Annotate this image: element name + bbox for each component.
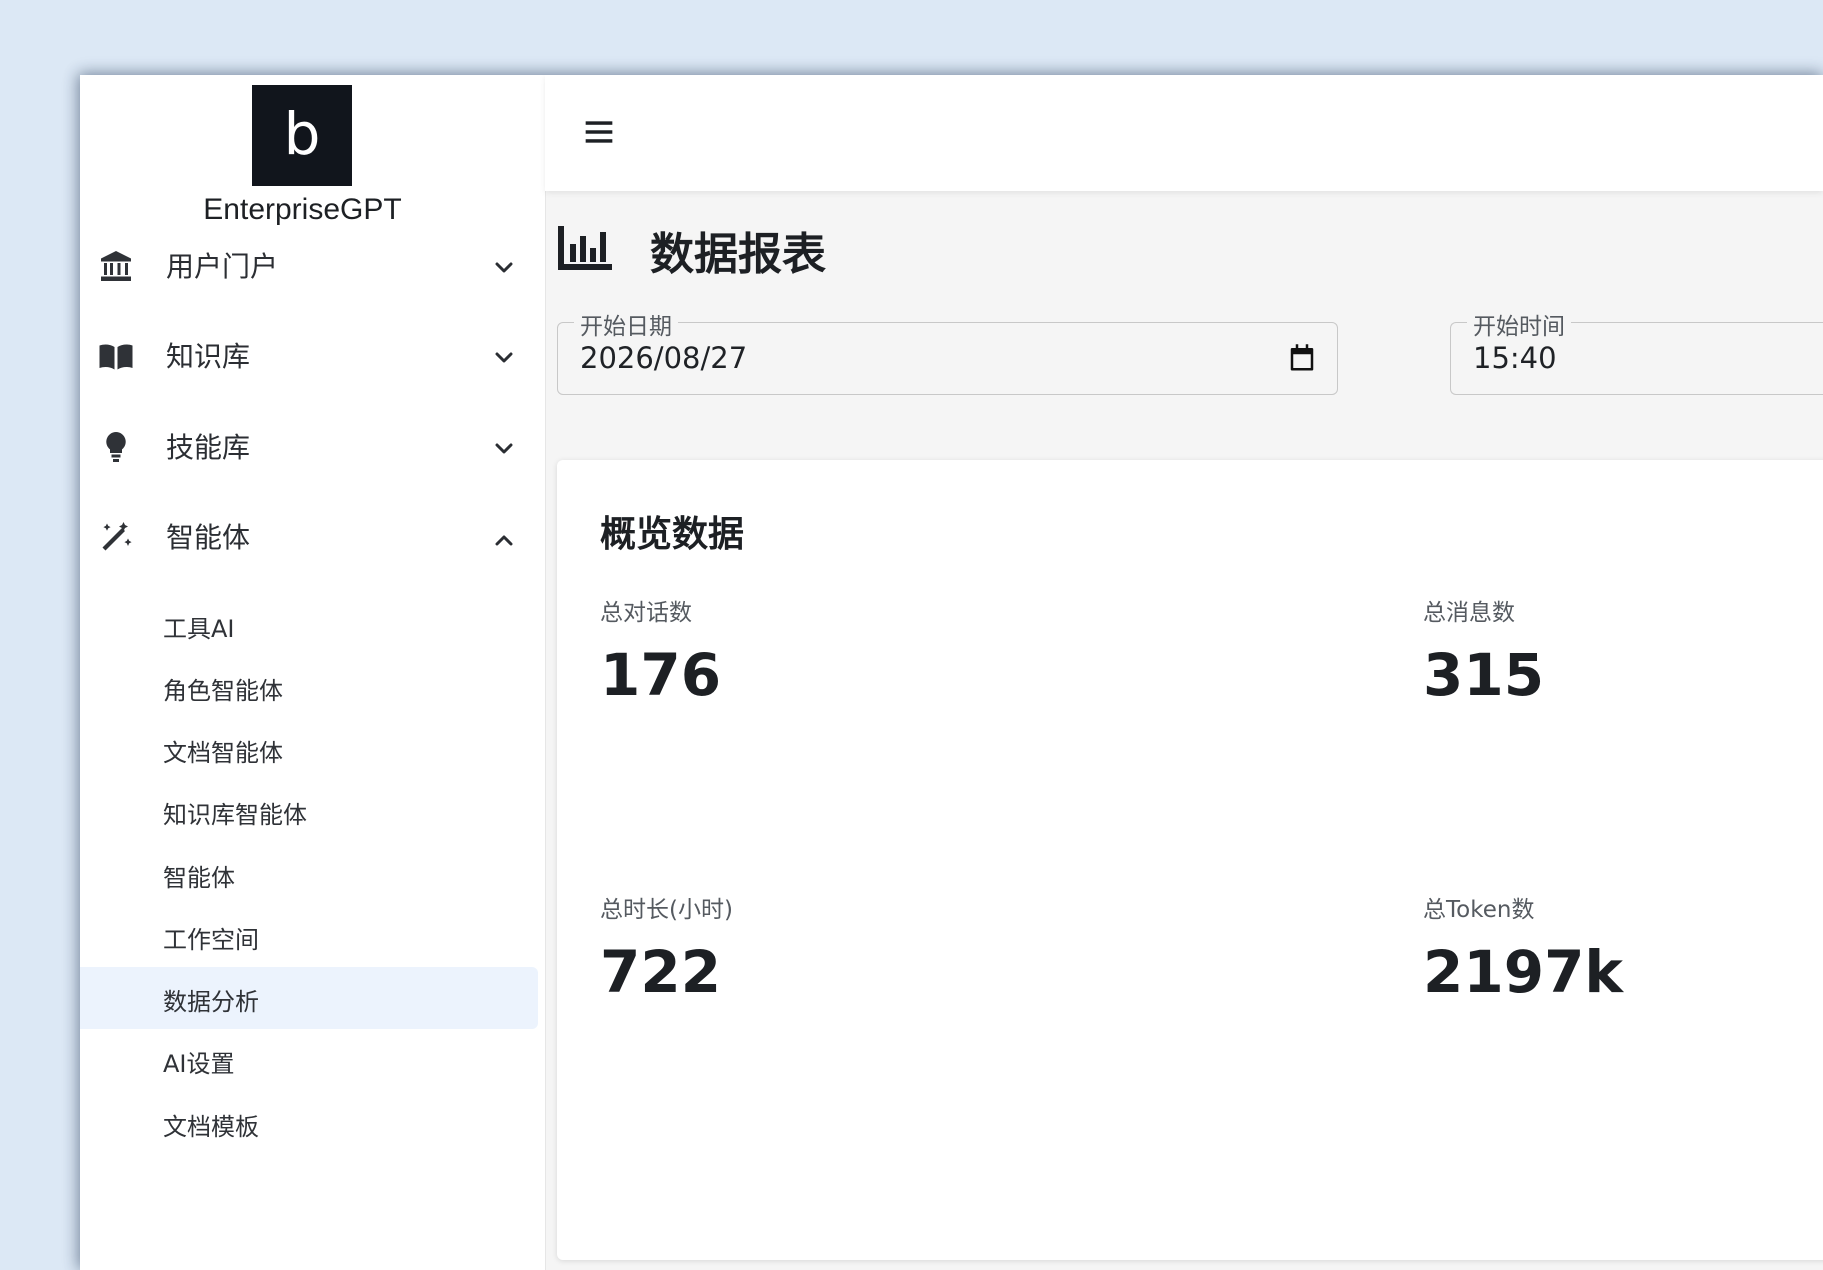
sidebar-item-user-portal[interactable]: 用户门户 <box>80 225 545 305</box>
sidebar-subitem-ai-settings[interactable]: AI设置 <box>80 1029 538 1091</box>
sidebar-subitem-document-agent[interactable]: 文档智能体 <box>80 718 538 780</box>
start-date-value[interactable]: 2026/08/27 <box>580 341 747 375</box>
start-date-field[interactable]: 开始日期 2026/08/27 <box>557 307 1338 395</box>
sidebar-item-label: 用户门户 <box>166 250 279 283</box>
sidebar-item-label: 知识库 <box>166 340 251 373</box>
sidebar-item-agents[interactable]: 智能体 <box>80 496 545 576</box>
stat-value: 315 <box>1423 641 1545 709</box>
chevron-up-icon <box>495 535 513 546</box>
book-icon <box>99 344 133 370</box>
stat-total-duration: 总时长(小时) 722 <box>600 890 733 1006</box>
sidebar-subitem-tool-ai[interactable]: 工具AI <box>80 594 538 656</box>
stat-value: 2197k <box>1423 938 1623 1006</box>
sidebar-subitem-label: AI设置 <box>163 1050 235 1078</box>
stat-value: 722 <box>600 938 722 1006</box>
sidebar-subitem-label: 工作空间 <box>163 926 259 954</box>
sidebar-subitem-label: 知识库智能体 <box>163 801 307 829</box>
calendar-icon[interactable] <box>1287 343 1317 373</box>
start-time-value[interactable]: 15:40 <box>1473 341 1557 375</box>
hamburger-icon[interactable] <box>583 116 615 148</box>
sidebar-subitem-label: 工具AI <box>163 615 235 643</box>
sidebar-subitem-label: 文档模板 <box>163 1113 259 1141</box>
chevron-down-icon <box>495 262 513 273</box>
top-bar <box>545 75 1823 191</box>
sidebar-subitem-data-analysis[interactable]: 数据分析 <box>80 967 538 1029</box>
sidebar-item-knowledge-base[interactable]: 知识库 <box>80 315 545 395</box>
sidebar-subitem-label: 角色智能体 <box>163 677 283 705</box>
lightbulb-icon <box>106 432 126 462</box>
magic-wand-icon <box>102 522 132 551</box>
sidebar-subitem-knowledge-agent[interactable]: 知识库智能体 <box>80 780 538 842</box>
stat-total-conversations: 总对话数 176 <box>600 593 721 709</box>
stat-label: 总对话数 <box>600 600 692 626</box>
page-title: 数据报表 <box>650 229 826 280</box>
stat-total-tokens: 总Token数 2197k <box>1423 890 1623 1006</box>
chevron-down-icon <box>495 352 513 363</box>
overview-title: 概览数据 <box>600 514 745 555</box>
chevron-down-icon <box>495 443 513 454</box>
sidebar-item-label: 智能体 <box>166 521 251 554</box>
sidebar-item-skill-library[interactable]: 技能库 <box>80 406 545 486</box>
sidebar-item-label: 技能库 <box>166 431 251 464</box>
sidebar-subitem-document-templates[interactable]: 文档模板 <box>80 1092 538 1154</box>
sidebar: b EnterpriseGPT 用户门户 知识库 技能库 智能体 工具AI 角色… <box>80 75 546 1270</box>
bar-chart-icon <box>558 226 612 270</box>
stat-label: 总消息数 <box>1423 600 1515 626</box>
bank-icon <box>101 251 131 281</box>
overview-card: 概览数据 总对话数 176 总消息数 315 总时长(小时) 722 总Toke… <box>557 460 1823 1260</box>
start-time-field[interactable]: 开始时间 15:40 <box>1450 307 1823 395</box>
sidebar-subitem-label: 文档智能体 <box>163 739 283 767</box>
sidebar-subitem-agent[interactable]: 智能体 <box>80 843 538 905</box>
sidebar-subitem-label: 数据分析 <box>163 988 259 1016</box>
logo[interactable]: b <box>252 85 352 186</box>
stat-label: 总时长(小时) <box>600 897 733 923</box>
start-date-label: 开始日期 <box>574 307 678 341</box>
sidebar-subitem-label: 智能体 <box>163 864 235 892</box>
brand-name: EnterpriseGPT <box>203 193 402 226</box>
stat-total-messages: 总消息数 315 <box>1423 593 1544 709</box>
stat-value: 176 <box>600 641 722 709</box>
start-time-label: 开始时间 <box>1467 307 1571 341</box>
sidebar-subitem-workspace[interactable]: 工作空间 <box>80 905 538 967</box>
stat-label: 总Token数 <box>1423 897 1535 923</box>
sidebar-subitem-role-agent[interactable]: 角色智能体 <box>80 656 538 718</box>
